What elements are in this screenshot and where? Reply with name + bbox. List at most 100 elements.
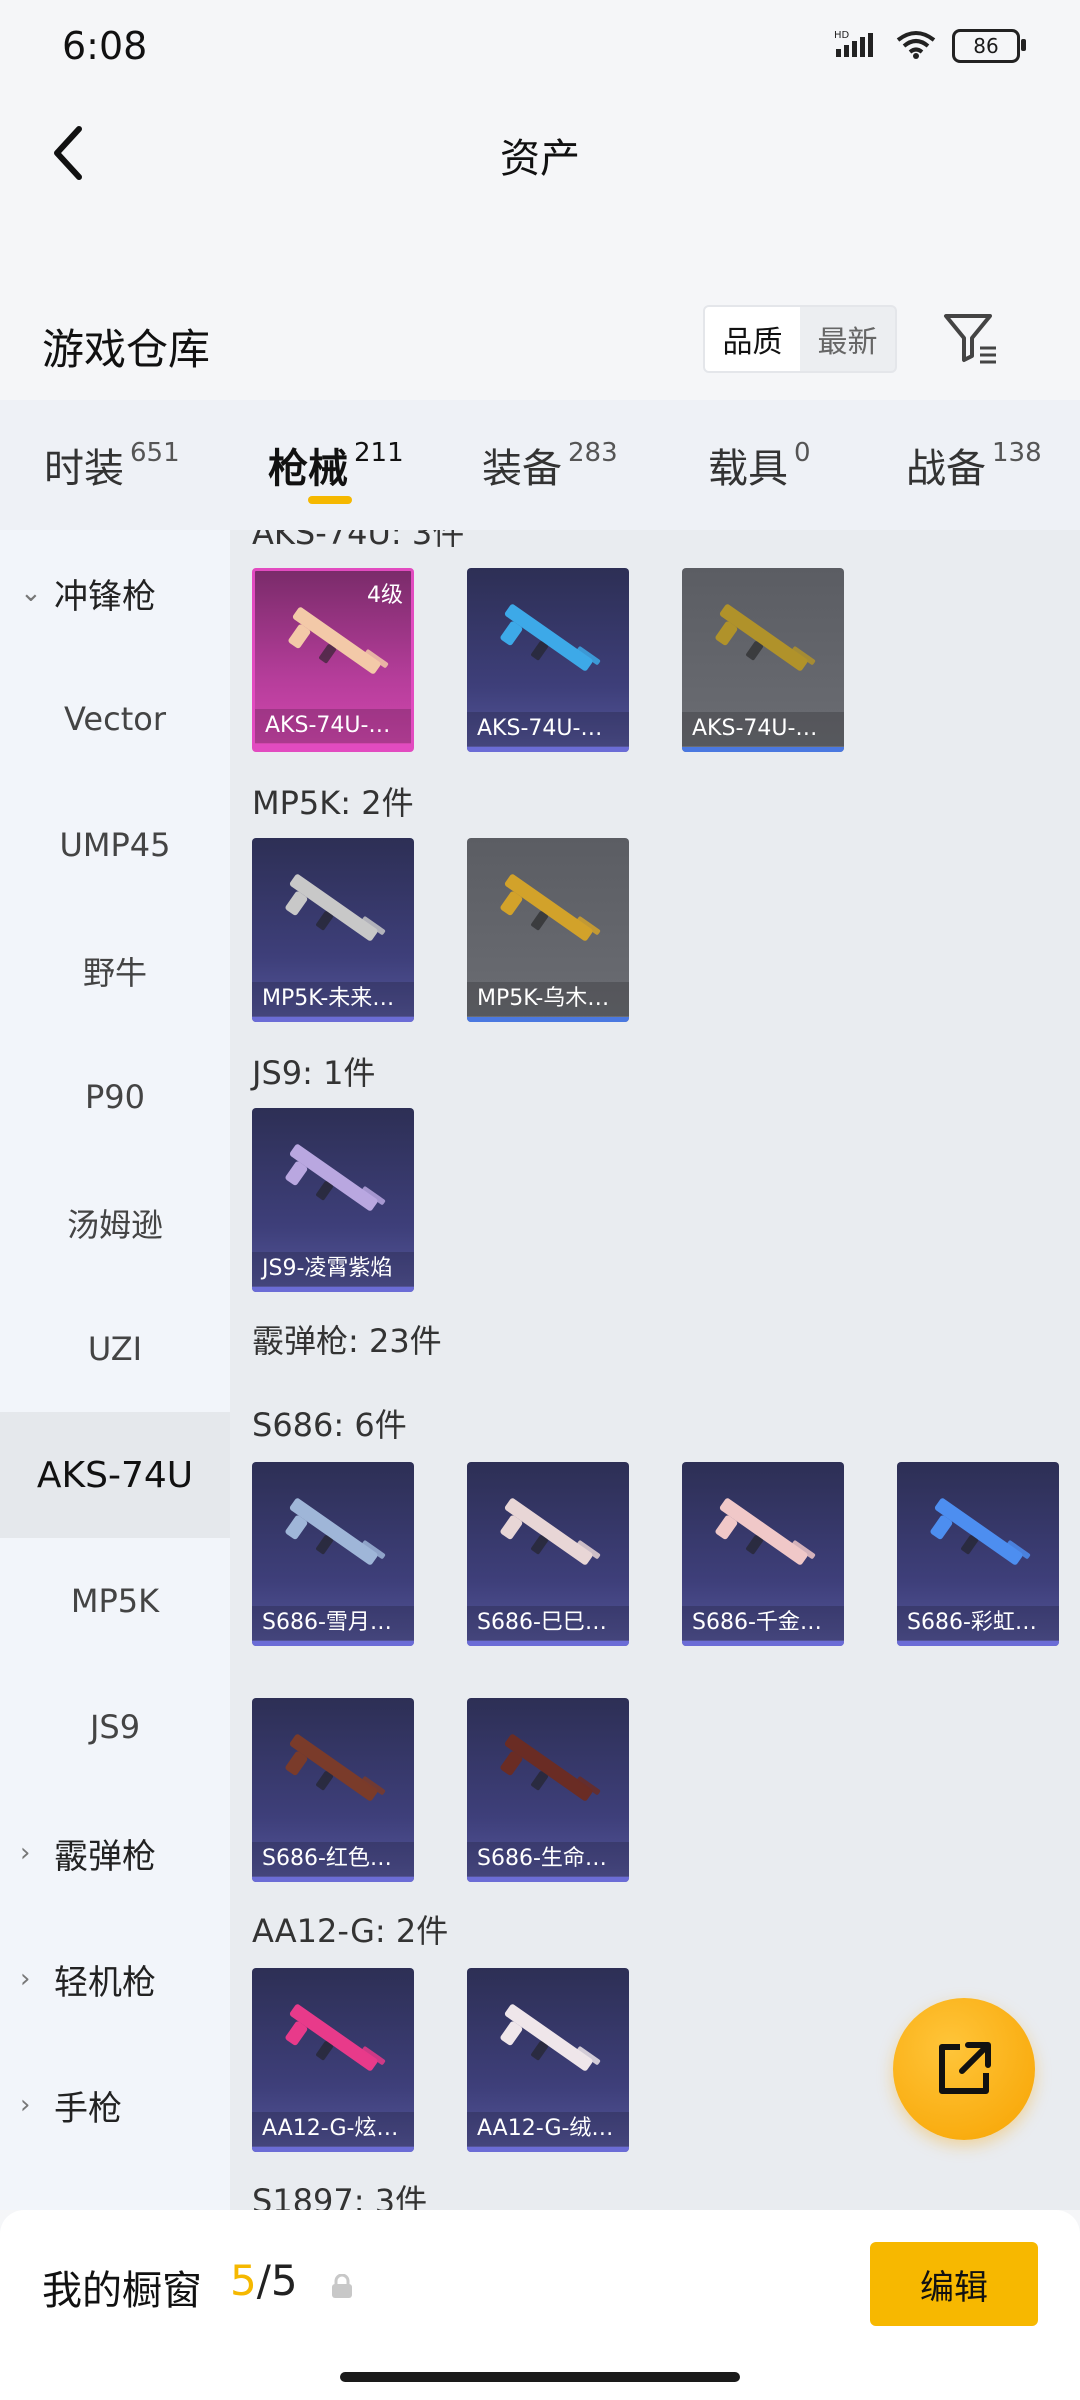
lock-icon: [332, 2274, 352, 2298]
filter-button[interactable]: [940, 308, 1000, 368]
status-bar: 6:08 HD 86: [0, 0, 1080, 96]
status-time: 6:08: [62, 24, 148, 68]
sidebar-item-mp5k[interactable]: MP5K: [0, 1538, 230, 1664]
rarity-bar: [467, 1641, 629, 1646]
item-name: MP5K-乌木…: [467, 982, 629, 1016]
sidebar-item-label: 冲锋枪: [54, 576, 156, 617]
gun-icon: [500, 2004, 601, 2071]
item-card[interactable]: AKS-74U-乌…: [682, 568, 844, 752]
rarity-bar: [897, 1641, 1059, 1646]
gun-icon: [285, 1734, 386, 1801]
sidebar-item-ump45[interactable]: UMP45: [0, 782, 230, 908]
gun-icon: [500, 874, 601, 941]
gun-icon: [500, 604, 601, 671]
tab-count: 211: [354, 438, 404, 468]
tab-fashion[interactable]: 时装 651: [44, 436, 180, 494]
item-card[interactable]: S686-彩虹…: [897, 1462, 1059, 1646]
weapon-sidebar: ⌄ 冲锋枪 Vector UMP45 野牛 P90 汤姆逊 UZI AKS-74…: [0, 530, 230, 2210]
filter-icon: [944, 314, 996, 364]
gun-icon: [500, 1734, 601, 1801]
sidebar-item-vector[interactable]: Vector: [0, 656, 230, 782]
rarity-bar: [467, 1877, 629, 1882]
group-label: 霰弹枪: 23件: [252, 1322, 442, 1360]
tab-label: 枪械: [268, 446, 348, 492]
item-name: MP5K-未来…: [252, 982, 414, 1016]
signal-icon: HD: [834, 29, 880, 63]
sidebar-item-uzi[interactable]: UZI: [0, 1286, 230, 1412]
weapon-content: AKS-74U: 3件 4级 AKS-74U-星… AKS-74U-鸡… AKS…: [230, 530, 1080, 2210]
item-card[interactable]: AKS-74U-鸡…: [467, 568, 629, 752]
item-name: AKS-74U-乌…: [682, 712, 844, 746]
rarity-bar: [467, 747, 629, 752]
wifi-icon: [894, 28, 938, 64]
group-label: S1897: 3件: [252, 2182, 428, 2210]
item-card[interactable]: S686-千金…: [682, 1462, 844, 1646]
rarity-bar: [467, 1017, 629, 1022]
group-label: MP5K: 2件: [252, 784, 414, 822]
group-label: AA12-G: 2件: [252, 1912, 449, 1950]
showcase-total: /5: [256, 2256, 298, 2305]
tab-count: 138: [992, 438, 1042, 468]
warehouse-section-header: 游戏仓库 品质 最新: [0, 290, 1080, 400]
showcase-current: 5: [230, 2256, 257, 2305]
header: 资产: [0, 96, 1080, 206]
tab-count: 0: [794, 438, 811, 468]
item-card[interactable]: AA12-G-绒…: [467, 1968, 629, 2152]
item-card[interactable]: S686-巳巳…: [467, 1462, 629, 1646]
item-card[interactable]: MP5K-乌木…: [467, 838, 629, 1022]
sidebar-item-smg[interactable]: ⌄ 冲锋枪: [0, 530, 230, 656]
sidebar-item-shotgun[interactable]: › 霰弹枪: [0, 1790, 230, 1916]
gun-icon: [285, 874, 386, 941]
rarity-bar: [252, 1287, 414, 1292]
sort-by-newest[interactable]: 最新: [800, 307, 895, 371]
chevron-right-icon: ›: [20, 1838, 31, 1868]
item-card[interactable]: S686-红色…: [252, 1698, 414, 1882]
gun-icon: [500, 1498, 601, 1565]
item-card[interactable]: S686-雪月…: [252, 1462, 414, 1646]
edit-button[interactable]: 编辑: [870, 2242, 1038, 2326]
sidebar-item-lmg[interactable]: › 轻机枪: [0, 1916, 230, 2042]
item-card[interactable]: AA12-G-炫…: [252, 1968, 414, 2152]
chevron-right-icon: ›: [20, 2090, 31, 2120]
status-icons: HD 86: [834, 28, 1026, 64]
item-card[interactable]: JS9-凌霄紫焰: [252, 1108, 414, 1292]
share-external-icon: [939, 2042, 991, 2094]
chevron-down-icon: ⌄: [20, 578, 42, 608]
tab-label: 战备: [906, 446, 986, 492]
share-fab[interactable]: [893, 1998, 1035, 2140]
battery-icon: 86: [952, 29, 1026, 63]
sort-by-quality[interactable]: 品质: [705, 307, 800, 371]
tab-equipment[interactable]: 装备 283: [482, 436, 618, 494]
item-name: S686-红色…: [252, 1842, 414, 1876]
sidebar-item-p90[interactable]: P90: [0, 1034, 230, 1160]
showcase-count: 5/5: [230, 2256, 298, 2305]
group-label: S686: 6件: [252, 1406, 407, 1444]
item-name: AA12-G-炫…: [252, 2112, 414, 2146]
chevron-right-icon: ›: [20, 1964, 31, 1994]
item-name: AKS-74U-鸡…: [467, 712, 629, 746]
showcase-title: 我的橱窗: [42, 2268, 202, 2314]
item-card[interactable]: S686-生命…: [467, 1698, 629, 1882]
sidebar-item-thompson[interactable]: 汤姆逊: [0, 1160, 230, 1286]
rarity-bar: [467, 2147, 629, 2152]
item-card[interactable]: MP5K-未来…: [252, 838, 414, 1022]
sidebar-item-aks74u[interactable]: AKS-74U: [0, 1412, 230, 1538]
rarity-bar: [682, 747, 844, 752]
item-name: AA12-G-绒…: [467, 2112, 629, 2146]
tab-combat-gear[interactable]: 战备 138: [906, 436, 1042, 494]
gun-icon: [715, 1498, 816, 1565]
rarity-bar: [252, 1877, 414, 1882]
item-name: S686-彩虹…: [897, 1606, 1059, 1640]
sidebar-item-js9[interactable]: JS9: [0, 1664, 230, 1790]
sidebar-item-pistol[interactable]: › 手枪: [0, 2042, 230, 2168]
item-name: S686-生命…: [467, 1842, 629, 1876]
rarity-bar: [252, 1641, 414, 1646]
rarity-bar: [252, 2147, 414, 2152]
warehouse-title: 游戏仓库: [42, 325, 211, 374]
item-card[interactable]: 4级 AKS-74U-星…: [252, 568, 414, 752]
tab-vehicles[interactable]: 载具 0: [708, 436, 811, 494]
item-name: S686-巳巳…: [467, 1606, 629, 1640]
home-indicator[interactable]: [340, 2372, 740, 2382]
tab-firearms[interactable]: 枪械 211: [268, 436, 404, 494]
sidebar-item-bizon[interactable]: 野牛: [0, 908, 230, 1034]
